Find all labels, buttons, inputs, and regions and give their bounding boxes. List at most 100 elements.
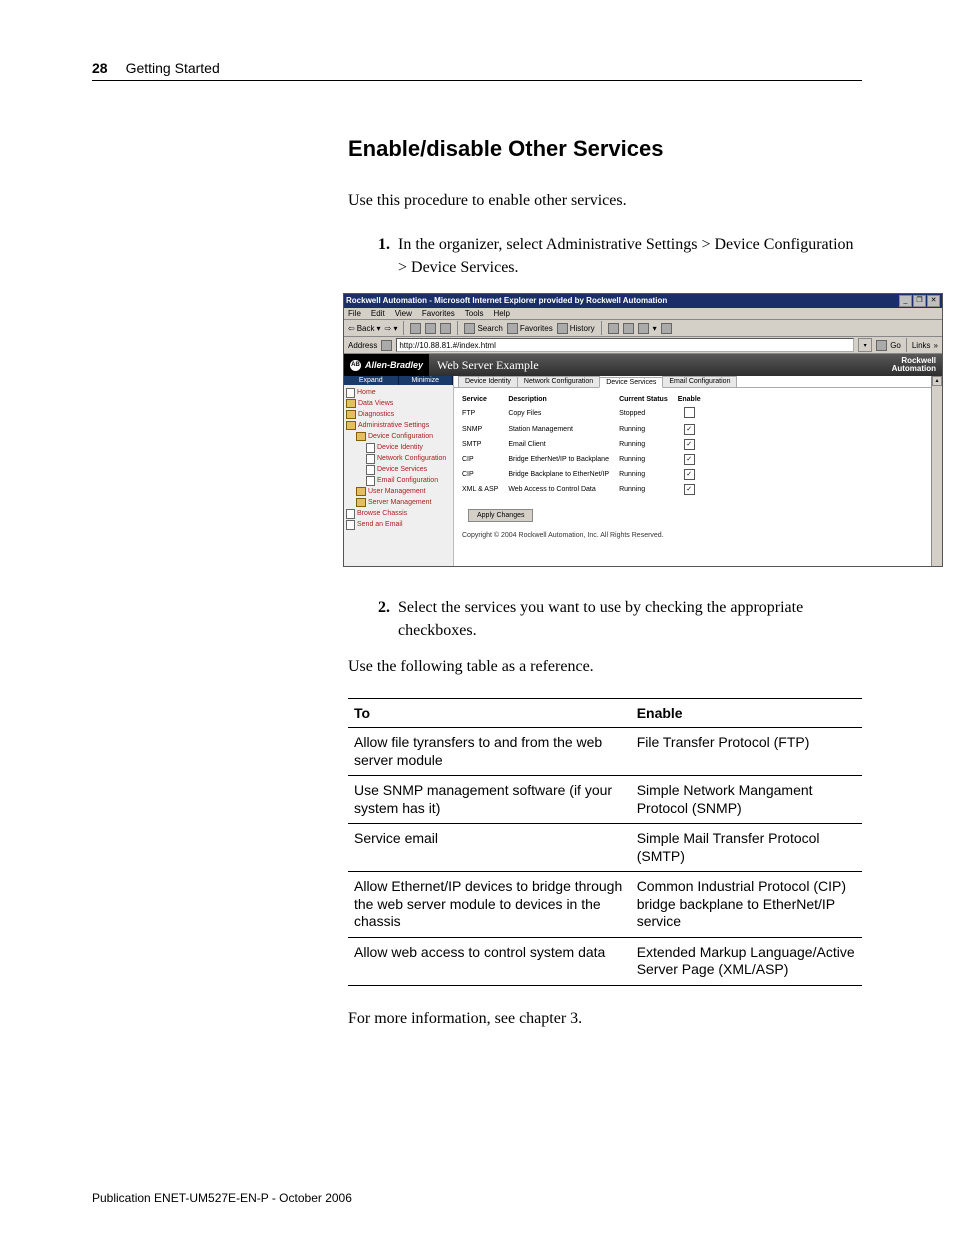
cell-to: Allow file tyransfers to and from the we…	[348, 728, 631, 776]
discuss-icon[interactable]	[661, 323, 672, 334]
tab-device-identity[interactable]: Device Identity	[458, 376, 518, 387]
favorites-button[interactable]: Favorites	[507, 323, 553, 334]
svc-status: Running	[619, 437, 678, 452]
history-button[interactable]: History	[557, 323, 595, 334]
ab-logo-icon: AB	[350, 360, 361, 371]
cell-enable: Common Industrial Protocol (CIP) bridge …	[631, 872, 862, 938]
svc-desc: Bridge EtherNet/IP to Backplane	[508, 452, 619, 467]
back-button[interactable]: ⇦ Back ▾	[348, 324, 381, 333]
nav-dataviews[interactable]: Data Views	[346, 398, 451, 409]
page-icon	[366, 465, 375, 475]
address-input[interactable]	[396, 338, 854, 352]
window-titlebar: Rockwell Automation - Microsoft Internet…	[344, 294, 942, 308]
svc-status: Running	[619, 422, 678, 437]
nav-netconf[interactable]: Network Configuration	[366, 453, 451, 464]
publication-note: Publication ENET-UM527E-EN-P - October 2…	[92, 1191, 352, 1205]
links-label[interactable]: Links	[912, 341, 931, 350]
go-label[interactable]: Go	[890, 341, 901, 350]
enable-checkbox[interactable]: ✓	[684, 424, 695, 435]
nav-sendemail[interactable]: Send an Email	[346, 519, 451, 530]
col-enable: Enable	[678, 394, 711, 405]
chapter-ref: For more information, see chapter 3.	[348, 1008, 862, 1030]
separator	[906, 338, 907, 352]
cell-enable: Extended Markup Language/Active Server P…	[631, 937, 862, 985]
page-icon	[366, 443, 375, 453]
mail-icon[interactable]	[608, 323, 619, 334]
search-icon	[464, 323, 475, 334]
tab-device-services[interactable]: Device Services	[599, 377, 663, 388]
svc-name: FTP	[462, 405, 508, 422]
menu-view[interactable]: View	[395, 309, 412, 318]
forward-button[interactable]: ⇨ ▾	[385, 324, 398, 333]
minimize-button[interactable]: Minimize	[399, 376, 454, 385]
page-icon	[346, 520, 355, 530]
table-row: Allow file tyransfers to and from the we…	[348, 728, 862, 776]
menubar: File Edit View Favorites Tools Help	[344, 308, 942, 320]
address-dropdown[interactable]: ▾	[858, 338, 872, 352]
nav-home[interactable]: Home	[346, 387, 451, 398]
tab-email-config[interactable]: Email Configuration	[662, 376, 737, 387]
folder-icon	[346, 421, 356, 430]
cell-to: Service email	[348, 824, 631, 872]
svc-desc: Copy Files	[508, 405, 619, 422]
home-icon[interactable]	[440, 323, 451, 334]
menu-file[interactable]: File	[348, 309, 361, 318]
folder-icon	[356, 487, 366, 496]
nav-browsechassis[interactable]: Browse Chassis	[346, 508, 451, 519]
enable-checkbox[interactable]: ✓	[684, 439, 695, 450]
nav-tree: Home Data Views Diagnostics Administrati…	[344, 385, 453, 536]
svc-name: CIP	[462, 467, 508, 482]
folder-icon	[356, 432, 366, 441]
enable-checkbox[interactable]: ✓	[684, 454, 695, 465]
enable-checkbox[interactable]: ✓	[684, 484, 695, 495]
separator	[403, 321, 404, 335]
menu-help[interactable]: Help	[493, 309, 509, 318]
col-service: Service	[462, 394, 508, 405]
svc-name: SNMP	[462, 422, 508, 437]
refresh-icon[interactable]	[425, 323, 436, 334]
separator	[457, 321, 458, 335]
col-enable: Enable	[631, 699, 862, 728]
enable-checkbox[interactable]: ✓	[684, 469, 695, 480]
enable-checkbox[interactable]	[684, 407, 695, 418]
svc-row: FTP Copy Files Stopped	[462, 405, 711, 422]
sidebar: Expand Minimize Home Data Views Diagnost…	[344, 376, 454, 566]
cell-enable: File Transfer Protocol (FTP)	[631, 728, 862, 776]
nav-usermgmt[interactable]: User Management	[356, 486, 451, 497]
page-icon	[366, 476, 375, 486]
menu-favorites[interactable]: Favorites	[422, 309, 455, 318]
address-label: Address	[348, 341, 377, 350]
menu-edit[interactable]: Edit	[371, 309, 385, 318]
minimize-button[interactable]: _	[899, 295, 912, 307]
nav-devconf[interactable]: Device Configuration	[356, 431, 451, 442]
tab-bar: Device Identity Network Configuration De…	[454, 376, 931, 388]
expand-button[interactable]: Expand	[344, 376, 399, 385]
stop-icon[interactable]	[410, 323, 421, 334]
col-to: To	[348, 699, 631, 728]
scroll-up-icon[interactable]: ▴	[932, 376, 942, 386]
svc-name: SMTP	[462, 437, 508, 452]
cell-enable: Simple Network Mangament Protocol (SNMP)	[631, 776, 862, 824]
scrollbar[interactable]: ▴	[931, 376, 942, 566]
nav-devid[interactable]: Device Identity	[366, 442, 451, 453]
nav-devsvc[interactable]: Device Services	[366, 464, 451, 475]
cell-to: Use SNMP management software (if your sy…	[348, 776, 631, 824]
nav-diagnostics[interactable]: Diagnostics	[346, 409, 451, 420]
search-button[interactable]: Search	[464, 323, 502, 334]
window-buttons: _ ❐ ✕	[899, 295, 940, 307]
maximize-button[interactable]: ❐	[913, 295, 926, 307]
edit-icon[interactable]	[638, 323, 649, 334]
apply-button[interactable]: Apply Changes	[468, 509, 533, 522]
nav-admin[interactable]: Administrative Settings	[346, 420, 451, 431]
intro-paragraph: Use this procedure to enable other servi…	[348, 190, 862, 212]
page-icon	[346, 388, 355, 398]
content-pane: Device Identity Network Configuration De…	[454, 376, 931, 566]
nav-servermgmt[interactable]: Server Management	[356, 497, 451, 508]
go-icon[interactable]	[876, 340, 887, 351]
close-button[interactable]: ✕	[927, 295, 940, 307]
nav-emailconf[interactable]: Email Configuration	[366, 475, 451, 486]
print-icon[interactable]	[623, 323, 634, 334]
tab-network-config[interactable]: Network Configuration	[517, 376, 600, 387]
reference-table: To Enable Allow file tyransfers to and f…	[348, 698, 862, 986]
menu-tools[interactable]: Tools	[465, 309, 484, 318]
